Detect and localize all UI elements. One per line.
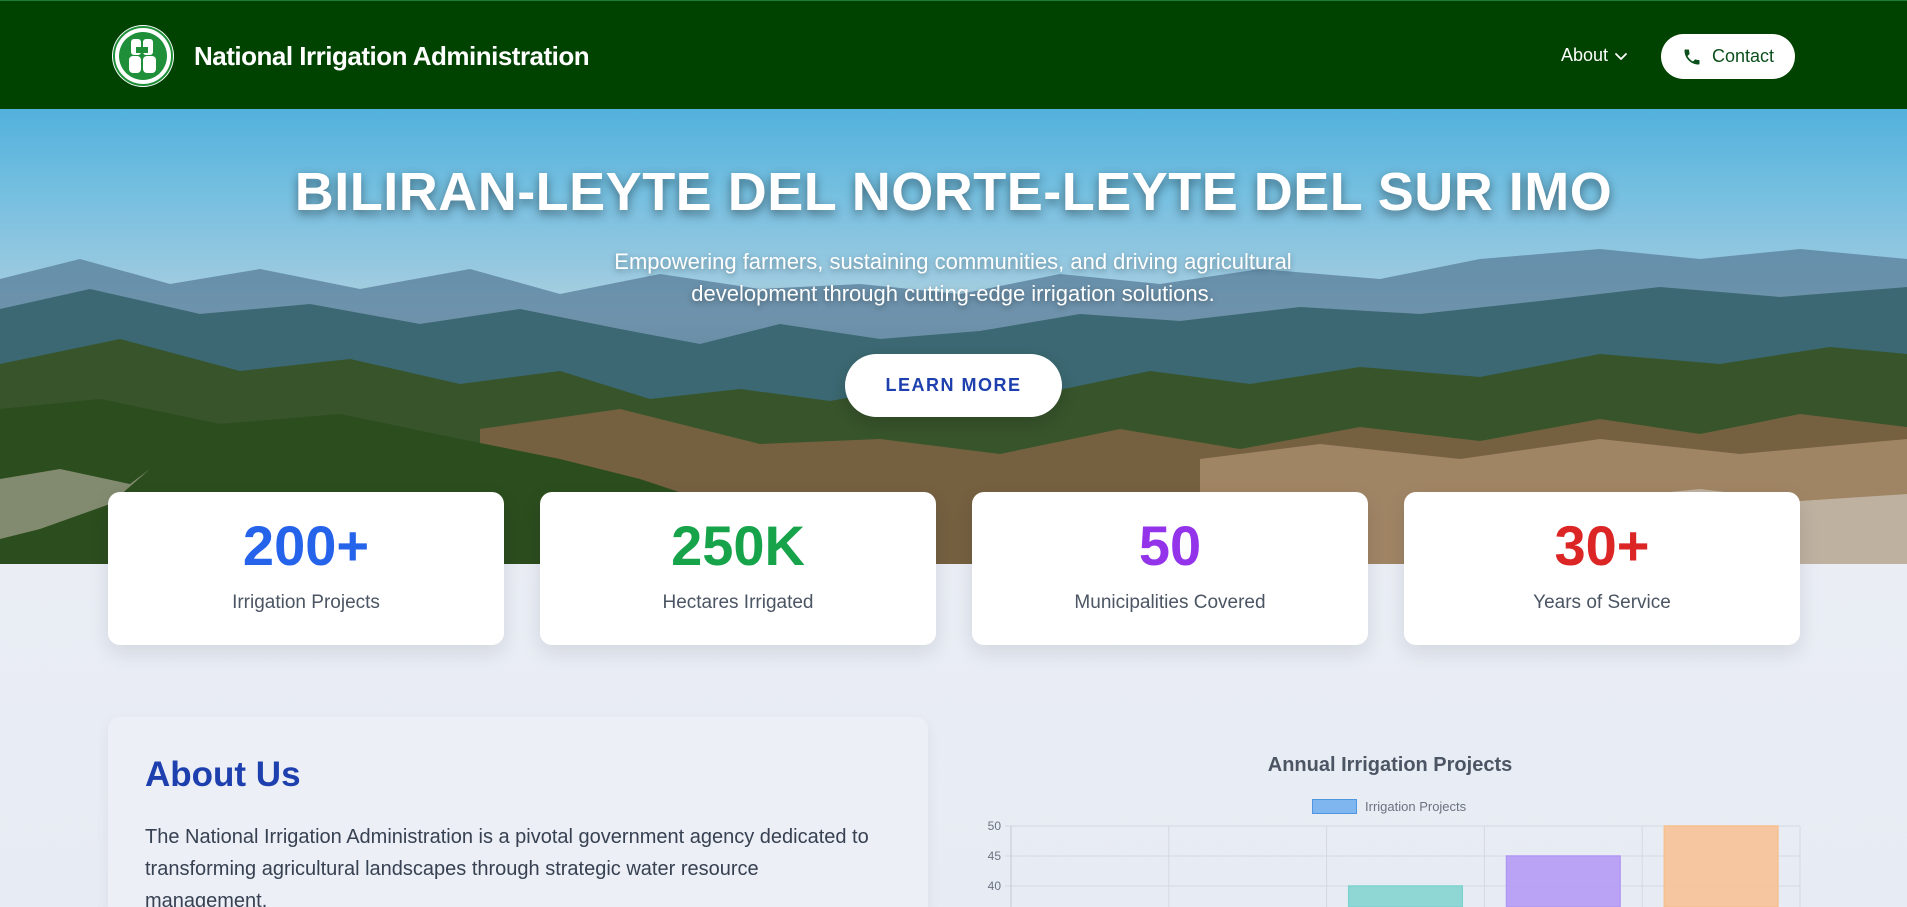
bar-chart: 40 45 50 [988, 819, 1801, 907]
chevron-down-icon [1615, 52, 1627, 60]
about-text: The National Irrigation Administration i… [145, 826, 869, 907]
learn-more-button[interactable]: LEARN MORE [845, 354, 1062, 417]
stat-label: Hectares Irrigated [662, 592, 814, 613]
chart-title: Annual Irrigation Projects [1267, 754, 1513, 776]
chart-bar [1347, 885, 1464, 907]
hero-title: BILIRAN-LEYTE DEL NORTE-LEYTE DEL SUR IM… [294, 162, 1613, 222]
contact-label: Contact [1711, 46, 1775, 66]
contact-button[interactable]: Contact [1661, 34, 1795, 79]
nav-about-label: About [1561, 45, 1609, 65]
stat-card-municipalities: 50 Municipalities Covered [972, 492, 1368, 645]
stat-value: 30+ [1554, 514, 1650, 577]
stat-card-projects: 200+ Irrigation Projects [108, 492, 504, 645]
stat-value: 50 [1138, 514, 1202, 577]
stat-label: Municipalities Covered [1074, 592, 1266, 613]
chart-bar [1505, 855, 1621, 907]
stat-value: 250K [671, 514, 805, 577]
y-tick-label: 50 [988, 819, 1002, 833]
stat-card-hectares: 250K Hectares Irrigated [540, 492, 936, 645]
about-card: About Us The National Irrigation Adminis… [108, 717, 928, 907]
org-name: National Irrigation Administration [194, 40, 590, 71]
stat-value: 200+ [242, 514, 370, 577]
stat-label: Irrigation Projects [232, 592, 380, 613]
stat-label: Years of Service [1533, 592, 1671, 613]
brand[interactable]: National Irrigation Administration [112, 25, 590, 87]
nia-logo-icon [112, 25, 174, 87]
y-tick-label: 40 [988, 879, 1002, 893]
hero-subtitle: Empowering farmers, sustaining communiti… [614, 249, 1292, 306]
phone-icon [1684, 49, 1700, 64]
navbar: National Irrigation Administration About… [0, 0, 1907, 109]
stat-card-years: 30+ Years of Service [1404, 492, 1800, 645]
about-title: About Us [145, 755, 301, 794]
chart-bar [1663, 825, 1779, 907]
nav-about-dropdown[interactable]: About [1561, 45, 1628, 66]
y-tick-label: 45 [988, 849, 1002, 863]
